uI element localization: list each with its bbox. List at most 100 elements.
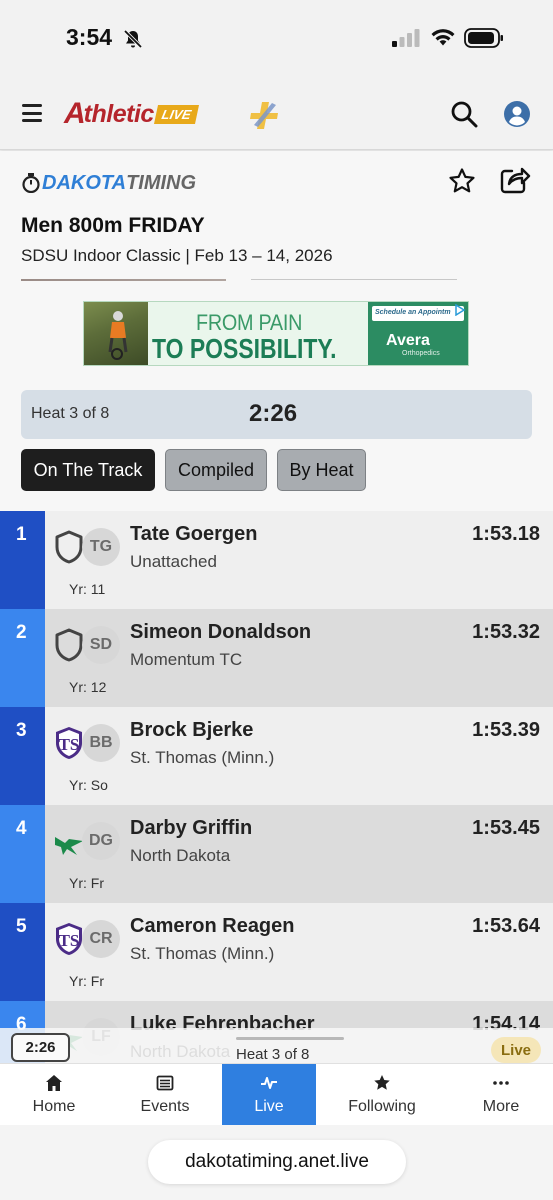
athlete-avatar: TG: [82, 528, 120, 566]
ad-cta[interactable]: Schedule an Appointm: [372, 306, 464, 321]
ad-photo: [84, 302, 148, 365]
plus-logo-icon[interactable]: [250, 100, 280, 130]
user-account-icon[interactable]: [503, 100, 531, 128]
live-heat-mini-bar[interactable]: 2:26 Heat 3 of 8 Live: [0, 1028, 553, 1064]
athlete-avatar: CR: [82, 920, 120, 958]
result-row[interactable]: 3 TS BB Brock Bjerke St. Thomas (Minn.) Yr: S…: [0, 707, 553, 805]
heat-status-bar: Heat 3 of 8 2:26: [21, 390, 532, 439]
athlete-time: 1:53.18: [472, 523, 540, 545]
events-list-icon: [156, 1075, 174, 1090]
battery-icon: [464, 28, 503, 48]
shield-icon: [53, 529, 85, 565]
home-icon: [46, 1074, 62, 1091]
north-dakota-logo: [53, 823, 85, 859]
st-thomas-logo: TS: [53, 725, 85, 761]
athlete-time: 1:53.45: [472, 817, 540, 839]
wifi-icon: [431, 29, 455, 46]
cellular-signal-icon: [392, 29, 420, 47]
tab-on-the-track[interactable]: On The Track: [21, 449, 155, 491]
athlete-year: Yr: Fr: [69, 973, 104, 989]
athlete-team: St. Thomas (Minn.): [130, 748, 275, 767]
status-time: 3:54: [66, 24, 113, 50]
athlete-time: 1:53.64: [472, 915, 540, 937]
browser-toolbar: dakotatiming.anet.live: [0, 1125, 553, 1200]
advertisement-banner[interactable]: FROM PAIN TO POSSIBILITY. Schedule an Ap…: [83, 301, 469, 366]
race-clock: 2:26: [249, 400, 298, 427]
result-body: TS BB Brock Bjerke St. Thomas (Minn.) Yr: So…: [45, 707, 553, 805]
tab-by-heat[interactable]: By Heat: [277, 449, 366, 491]
result-row[interactable]: 1 TG Tate Goergen Unattached Yr: 11 1:53.18: [0, 511, 553, 609]
place-number: 4: [0, 805, 45, 903]
nav-live[interactable]: Live: [222, 1064, 316, 1125]
status-bar: 3:54: [0, 0, 553, 80]
ad-headline-2: TO POSSIBILITY.: [152, 333, 337, 364]
nav-more-label: More: [482, 1097, 520, 1115]
heat-label: Heat 3 of 8: [31, 405, 110, 422]
nav-home-label: Home: [32, 1097, 76, 1115]
athlete-year: Yr: So: [69, 777, 108, 793]
org-name-part2: TIMING: [126, 171, 197, 194]
nav-events[interactable]: Events: [118, 1064, 212, 1125]
place-number: 5: [0, 903, 45, 1001]
logo-live-badge: LIVE: [153, 104, 199, 124]
athlete-name[interactable]: Tate Goergen: [130, 523, 257, 546]
tab-compiled[interactable]: Compiled: [165, 449, 267, 491]
place-number: 2: [0, 609, 45, 707]
live-badge: Live: [491, 1037, 541, 1063]
athlete-team: St. Thomas (Minn.): [130, 944, 275, 963]
pulse-icon: [261, 1076, 277, 1089]
athlete-team: North Dakota: [130, 846, 231, 865]
ad-choices-icon[interactable]: [454, 304, 466, 316]
nav-more[interactable]: More: [456, 1064, 546, 1125]
dakota-timing-logo[interactable]: DAKOTA TIMING: [22, 171, 196, 195]
nav-events-label: Events: [140, 1097, 190, 1115]
athlete-name[interactable]: Simeon Donaldson: [130, 621, 311, 644]
athletic-live-logo[interactable]: A thletic LIVE: [64, 97, 199, 130]
org-name-part1: DAKOTA: [42, 171, 127, 194]
menu-icon[interactable]: [22, 104, 42, 122]
event-title: Men 800m FRIDAY: [21, 214, 205, 237]
st-thomas-logo: TS: [53, 921, 85, 957]
ad-brand-sub: Orthopedics: [402, 350, 440, 357]
nav-live-label: Live: [254, 1097, 284, 1115]
athlete-name[interactable]: Brock Bjerke: [130, 719, 253, 742]
svg-text:TS: TS: [59, 735, 80, 754]
mini-heat-label: Heat 3 of 8: [236, 1046, 310, 1063]
nav-following[interactable]: Following: [330, 1064, 434, 1125]
star-filled-icon: [374, 1074, 390, 1090]
results-list: 1 TG Tate Goergen Unattached Yr: 11 1:53.18 2 S…: [0, 511, 553, 1099]
mini-race-clock: 2:26: [11, 1033, 70, 1062]
place-number: 1: [0, 511, 45, 609]
result-body: SD Simeon Donaldson Momentum TC Yr: 12 1:53.…: [45, 609, 553, 707]
svg-text:TS: TS: [59, 931, 80, 950]
athlete-year: Yr: Fr: [69, 875, 104, 891]
drag-handle[interactable]: [236, 1037, 344, 1040]
star-icon[interactable]: [448, 167, 476, 195]
search-icon[interactable]: [450, 100, 478, 128]
athlete-name[interactable]: Cameron Reagen: [130, 915, 295, 938]
result-row[interactable]: 4 DG Darby Griffin North Dakota Yr: Fr 1:53.4…: [0, 805, 553, 903]
athlete-avatar: BB: [82, 724, 120, 762]
result-body: TG Tate Goergen Unattached Yr: 11 1:53.18: [45, 511, 553, 609]
divider: [251, 279, 457, 280]
event-subtitle: SDSU Indoor Classic | Feb 13 – 14, 2026: [21, 246, 333, 265]
logo-letter: A: [64, 97, 86, 130]
athlete-time: 1:53.39: [472, 719, 540, 741]
share-icon[interactable]: [499, 165, 531, 195]
shield-icon: [53, 627, 85, 663]
more-dots-icon: [493, 1080, 509, 1085]
cyclist-image: [108, 311, 128, 360]
divider: [21, 279, 226, 281]
athlete-name[interactable]: Darby Griffin: [130, 817, 252, 840]
result-row[interactable]: 2 SD Simeon Donaldson Momentum TC Yr: 12 1:53…: [0, 609, 553, 707]
url-bar[interactable]: dakotatiming.anet.live: [148, 1140, 406, 1184]
bottom-navigation: Home Events Live Following More: [0, 1063, 553, 1125]
athlete-avatar: SD: [82, 626, 120, 664]
stopwatch-icon: [22, 173, 40, 193]
bell-off-icon: [123, 29, 143, 49]
ad-brand: Avera: [386, 332, 430, 349]
result-row[interactable]: 5 TS CR Cameron Reagen St. Thomas (Minn.) Yr:…: [0, 903, 553, 1001]
nav-home[interactable]: Home: [10, 1064, 98, 1125]
result-body: TS CR Cameron Reagen St. Thomas (Minn.) Yr: …: [45, 903, 553, 1001]
athlete-team: Momentum TC: [130, 650, 243, 669]
